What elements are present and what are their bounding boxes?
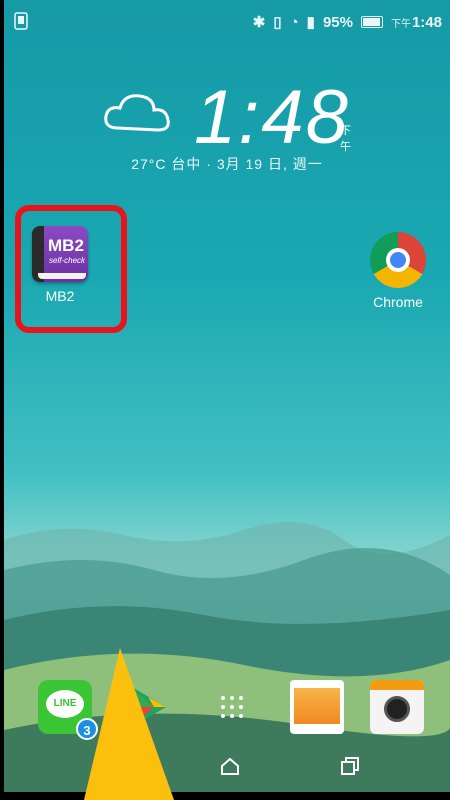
- gallery-icon[interactable]: [290, 680, 344, 734]
- bluetooth-icon: ✱: [252, 14, 266, 31]
- notification-icon: [14, 12, 28, 30]
- status-bar: ✱ ▯ ◔ ▮ 95% 下午1:48: [4, 0, 450, 42]
- weather-date[interactable]: 27°C 台中 · 3月 19 日, 週一: [4, 154, 450, 174]
- home-icon[interactable]: [220, 756, 240, 776]
- signal-icon: ▮: [306, 14, 315, 31]
- camera-icon[interactable]: [370, 680, 424, 734]
- highlight-box: [15, 205, 127, 333]
- app-label: Chrome: [373, 294, 423, 310]
- app-drawer-icon[interactable]: [207, 680, 261, 734]
- battery-percent: 95%: [322, 13, 353, 31]
- navigation-bar: [4, 742, 450, 792]
- cloud-icon: [104, 94, 170, 132]
- recent-apps-icon[interactable]: [340, 756, 360, 776]
- line-icon: LINE: [46, 690, 84, 718]
- status-time: 下午1:48: [390, 13, 442, 31]
- clock-time: 1:48: [194, 75, 350, 160]
- wifi-icon: ◔: [289, 13, 299, 31]
- battery-icon: [360, 16, 383, 28]
- home-screen: ✱ ▯ ◔ ▮ 95% 下午1:48 1:48 下午 27°C 台中 · 3月 …: [4, 0, 450, 792]
- vibrate-icon: ▯: [273, 14, 282, 31]
- chrome-icon: [370, 232, 426, 288]
- clock-ampm: 下午: [340, 125, 351, 153]
- pointer-arrow: [84, 648, 174, 800]
- app-chrome[interactable]: Chrome: [370, 232, 426, 310]
